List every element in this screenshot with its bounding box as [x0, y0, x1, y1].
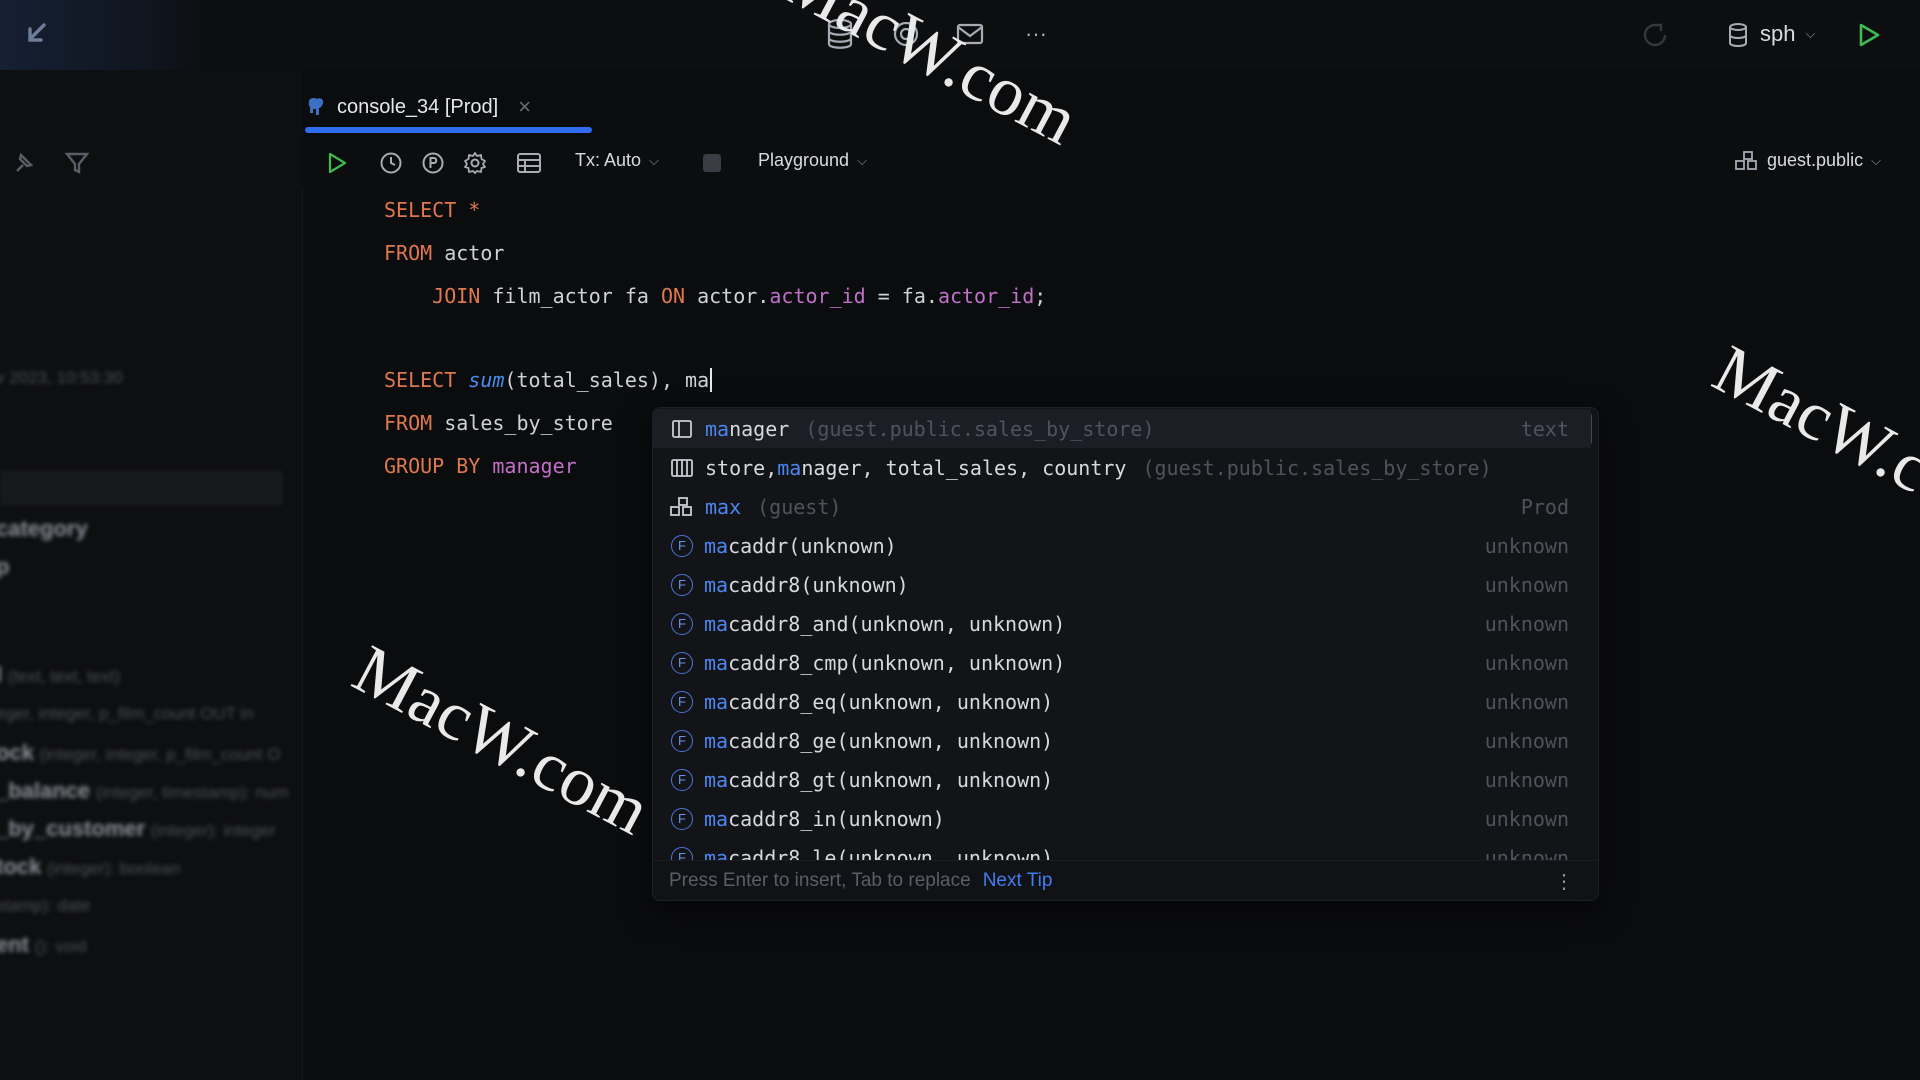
output-table-icon[interactable] [514, 148, 544, 178]
tree-item[interactable]: _by_customer (integer): integer [0, 816, 275, 842]
code-line[interactable]: JOIN film_actor fa ON actor.actor_id = f… [384, 284, 1046, 308]
transaction-mode-selector[interactable]: Tx: Auto ⌵ [575, 150, 659, 171]
code-line-current[interactable]: SELECT sum(total_sales), ma [384, 368, 713, 392]
editor-toolbar [302, 136, 1920, 188]
tree-item[interactable]: _balance (integer, timestamp): num [0, 778, 288, 804]
stop-icon[interactable] [698, 148, 726, 178]
completion-item[interactable]: F ma caddr8_ge(unknown, unknown) unknown [653, 721, 1591, 760]
settings-gear-icon[interactable] [460, 148, 490, 178]
project-label: sph [1760, 21, 1796, 46]
mode-label: Playground [758, 150, 850, 170]
close-icon[interactable]: × [518, 94, 531, 120]
execute-icon[interactable] [322, 148, 352, 178]
schema-icon [669, 494, 695, 520]
chevron-down-icon: ⌵ [857, 152, 867, 168]
code-line[interactable]: FROM actor [384, 241, 504, 265]
editor-tab-strip [302, 70, 1920, 130]
chevron-down-icon: ⌵ [1871, 152, 1881, 168]
code-line[interactable]: GROUP BY manager [384, 454, 577, 478]
function-icon: F [671, 807, 693, 830]
pin-icon[interactable] [8, 148, 38, 178]
tx-label: Tx: Auto [575, 150, 642, 170]
function-icon: F [671, 729, 693, 752]
footer-tip: Press Enter to insert, Tab to replace [669, 870, 971, 891]
column-icon [669, 416, 695, 442]
watermark-left: MacW.com [341, 630, 662, 851]
more-icon[interactable]: ··· [1018, 16, 1054, 52]
project-selector[interactable]: sph ⌵ [1760, 21, 1815, 47]
tree-item[interactable]: category [0, 516, 88, 542]
completion-item[interactable]: F ma caddr8_eq(unknown, unknown) unknown [653, 682, 1591, 721]
completion-footer: Press Enter to insert, Tab to replace Ne… [653, 860, 1598, 900]
chevron-down-icon: ⌵ [649, 152, 659, 168]
tree-item[interactable]: ock (integer, integer, p_film_count O [0, 740, 280, 766]
completion-item[interactable]: F ma caddr8_cmp(unknown, unknown) unknown [653, 643, 1591, 682]
completion-popup: ma nager (guest.public.sales_by_store) te… [652, 407, 1599, 901]
function-icon: F [671, 768, 693, 791]
project-db-icon [1724, 20, 1752, 50]
filter-icon[interactable] [62, 148, 92, 178]
completion-item[interactable]: F ma caddr8_and(unknown, unknown) unknown [653, 604, 1591, 643]
session-timestamp: v 2023, 10:53:30 [0, 368, 123, 387]
collapse-arrow-icon[interactable] [18, 16, 54, 52]
tab-label: console_34 [Prod] [337, 95, 499, 118]
completion-item[interactable]: F ma caddr(unknown) unknown [653, 526, 1591, 565]
tree-item[interactable]: l (text, text, text) [0, 662, 120, 688]
function-icon: F [671, 573, 693, 596]
watermark-right: MacW.c [1701, 330, 1920, 509]
function-icon: F [671, 690, 693, 713]
completion-item[interactable]: F ma caddr8_in(unknown) unknown [653, 799, 1591, 838]
code-line[interactable]: FROM sales_by_store [384, 411, 613, 435]
tree-item[interactable]: stamp): date [0, 894, 91, 917]
tree-item[interactable]: ent (): void [0, 932, 87, 958]
text-caret [710, 368, 713, 392]
selected-tree-item[interactable] [0, 470, 283, 506]
completion-item[interactable]: F ma caddr8(unknown) unknown [653, 565, 1591, 604]
schema-label: guest.public [1767, 150, 1864, 170]
postgres-elephant-icon [305, 96, 327, 118]
active-tab-indicator [305, 127, 592, 133]
code-line[interactable]: SELECT * [384, 198, 480, 222]
tree-item[interactable]: tock (integer): boolean [0, 854, 180, 880]
function-icon: F [671, 612, 693, 635]
completion-item[interactable]: store, ma nager, total_sales, country (gu… [653, 448, 1591, 487]
completion-item[interactable]: F ma caddr8_gt(unknown, unknown) unknown [653, 760, 1591, 799]
schema-selector[interactable]: guest.public ⌵ [1735, 150, 1881, 171]
sync-icon[interactable] [1638, 18, 1672, 52]
history-icon[interactable] [376, 148, 406, 178]
tab-console-34[interactable]: console_34 [Prod] × [305, 82, 531, 132]
completion-item[interactable]: ma nager (guest.public.sales_by_store) te… [653, 409, 1591, 448]
schema-icon [1735, 150, 1759, 171]
completion-item[interactable]: max (guest) Prod [653, 487, 1591, 526]
run-config-icon[interactable] [1852, 18, 1886, 52]
tree-item[interactable]: p [0, 554, 9, 580]
database-explorer: v 2023, 10:53:30 category p l (text, tex… [0, 70, 303, 1080]
chevron-down-icon: ⌵ [1805, 26, 1816, 41]
run-mode-selector[interactable]: Playground ⌵ [758, 150, 867, 171]
explain-plan-icon[interactable] [418, 148, 448, 178]
columns-icon [669, 455, 695, 481]
function-icon: F [671, 534, 693, 557]
tree-item[interactable]: eger, integer, p_film_count OUT in [0, 702, 254, 725]
next-tip-link[interactable]: Next Tip [983, 870, 1053, 892]
kebab-menu-icon[interactable]: ⋮ [1554, 869, 1574, 894]
function-icon: F [671, 651, 693, 674]
